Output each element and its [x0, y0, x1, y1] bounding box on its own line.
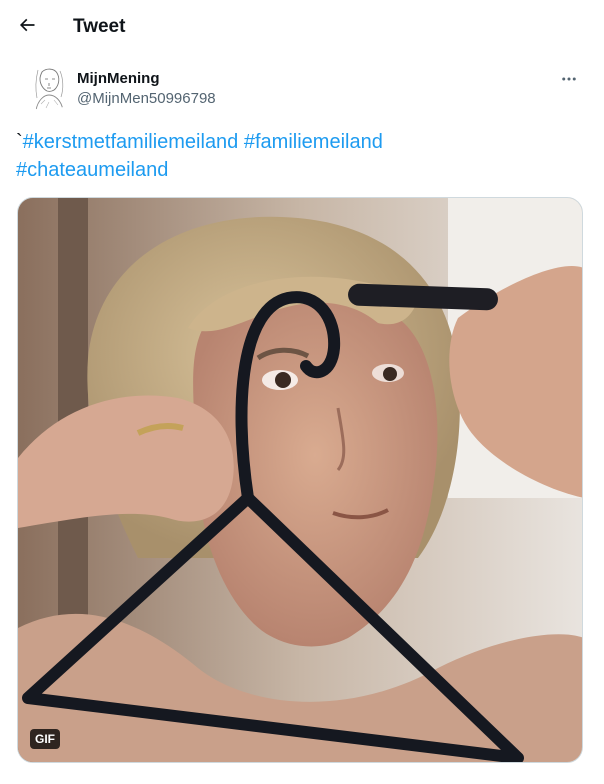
author-handle[interactable]: @MijnMen50996798	[77, 90, 216, 108]
more-horizontal-icon	[560, 70, 578, 93]
top-bar: Tweet	[0, 0, 604, 54]
author-display-name[interactable]: MijnMening	[77, 70, 160, 88]
gif-woman-with-hanger	[18, 198, 582, 762]
sketch-portrait-avatar	[24, 64, 72, 112]
tweet-page: Tweet MijnMening @MijnMen50996798 `#kers…	[0, 0, 604, 784]
back-button[interactable]	[10, 10, 44, 44]
tweet-text: `#kerstmetfamiliemeiland #familiemeiland…	[16, 128, 576, 184]
tweet-author: MijnMening @MijnMen50996798	[16, 64, 588, 116]
hashtag-link[interactable]: #chateaumeiland	[16, 159, 168, 181]
avatar[interactable]	[24, 64, 72, 112]
tweet-text-prefix: `	[16, 131, 23, 153]
arrow-left-icon	[17, 15, 37, 40]
more-button[interactable]	[554, 66, 584, 96]
gif-badge: GIF	[30, 729, 60, 749]
hashtag-link[interactable]: #familiemeiland	[244, 131, 383, 153]
hashtag-link[interactable]: #kerstmetfamiliemeiland	[23, 131, 239, 153]
page-title: Tweet	[73, 16, 126, 37]
tweet-media[interactable]: GIF	[17, 197, 583, 763]
